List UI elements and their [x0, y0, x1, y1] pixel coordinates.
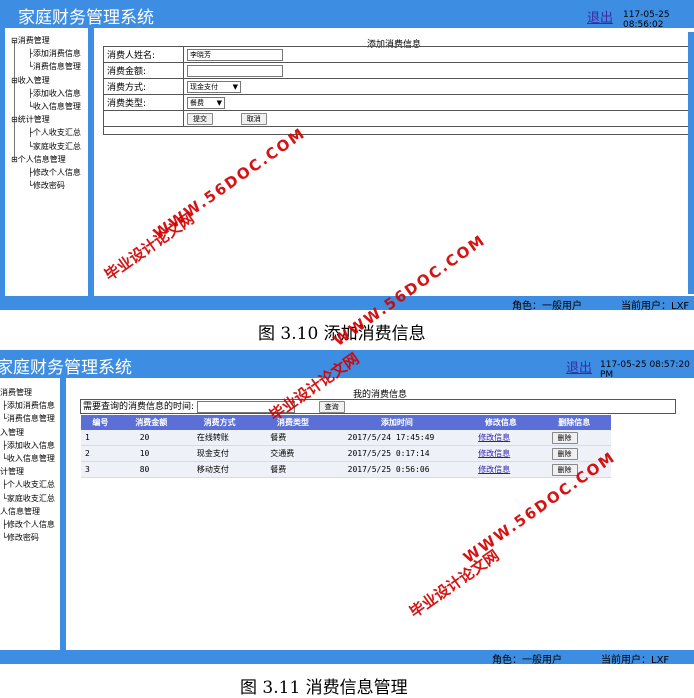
query-label: 需要查询的消费信息的时间:: [83, 402, 195, 412]
nav-item-family-summary[interactable]: └家庭收支汇总: [0, 492, 55, 505]
nav-tree: 消费管理 ├添加消费信息 └消费信息管理 入管理 ├添加收入信息 └收入信息管理…: [0, 386, 55, 544]
nav-item-add-income[interactable]: ├添加收入信息: [11, 87, 81, 100]
table-row: 1 20 在线转账 餐费 2017/5/24 17:45:49 修改信息 删除: [81, 430, 611, 446]
sidebar: ⊟消费管理 ├添加消费信息 └消费信息管理 ⊟收入管理 ├添加收入信息 └收入信…: [0, 28, 94, 296]
nav-group-profile[interactable]: 人信息管理: [0, 505, 55, 518]
table-header: 编号 消费金额 消费方式 消费类型 添加时间 修改信息 删除信息: [81, 415, 611, 430]
nav-group-profile[interactable]: ⊟个人信息管理: [11, 153, 81, 166]
nav-item-change-password[interactable]: └修改密码: [11, 179, 81, 192]
app-title: 家庭财务管理系统: [0, 358, 132, 378]
nav-item-change-password[interactable]: └修改密码: [0, 531, 55, 544]
name-input[interactable]: 李晓芳: [187, 48, 283, 61]
nav-item-edit-profile[interactable]: ├修改个人信息: [0, 518, 55, 531]
amount-input[interactable]: [187, 64, 283, 77]
expense-table: 编号 消费金额 消费方式 消费类型 添加时间 修改信息 删除信息 1 20 在线…: [81, 415, 611, 478]
chevron-down-icon: ▼: [216, 98, 222, 107]
query-button[interactable]: 查询: [318, 400, 345, 413]
table-row: 3 80 移动支付 餐费 2017/5/25 0:56:06 修改信息 删除: [81, 461, 611, 478]
nav-item-personal-summary[interactable]: ├个人收支汇总: [0, 478, 55, 491]
nav-group-expense[interactable]: 消费管理: [0, 386, 55, 399]
nav-item-add-expense[interactable]: ├添加消费信息: [11, 47, 81, 60]
nav-group-stats[interactable]: ⊟统计管理: [11, 113, 81, 126]
nav-item-family-summary[interactable]: └家庭收支汇总: [11, 140, 81, 153]
type-select[interactable]: 餐费 ▼: [187, 96, 225, 109]
role-text: 角色：一般用户: [492, 655, 562, 664]
datetime: 117-05-25 08:56:02: [623, 10, 670, 30]
top-bar: 家庭财务管理系统 退出 117-05-25 08:56:02: [0, 0, 694, 30]
nav-item-manage-expense[interactable]: └消费信息管理: [11, 60, 81, 73]
chevron-down-icon: ▼: [232, 82, 238, 91]
method-select[interactable]: 现金支付 ▼: [187, 80, 241, 93]
main-panel: 添加消费信息 消费人姓名: 李晓芳 消费金额: 消费方式: 现金支付 ▼ 消费类型…: [94, 32, 694, 294]
role-text: 角色：一般用户: [512, 301, 582, 310]
current-user-text: 当前用户：LXF: [601, 655, 670, 664]
delete-button[interactable]: 删除: [551, 447, 578, 460]
nav-item-manage-income[interactable]: └收入信息管理: [0, 452, 55, 465]
nav-group-income[interactable]: ⊟收入管理: [11, 74, 81, 87]
status-bar: 角色：一般用户 当前用户：LXF: [0, 650, 694, 664]
current-user-text: 当前用户：LXF: [621, 301, 690, 310]
nav-tree: ⊟消费管理 ├添加消费信息 └消费信息管理 ⊟收入管理 ├添加收入信息 └收入信…: [11, 34, 81, 192]
nav-group-income[interactable]: 入管理: [0, 426, 55, 439]
table-row: 2 10 现金支付 交通费 2017/5/25 0:17:14 修改信息 删除: [81, 445, 611, 462]
delete-button[interactable]: 删除: [551, 431, 578, 444]
status-bar: 角色：一般用户 当前用户：LXF: [0, 296, 694, 310]
nav-item-personal-summary[interactable]: ├个人收支汇总: [11, 126, 81, 139]
nav-group-expense[interactable]: ⊟消费管理: [11, 34, 81, 47]
app-title: 家庭财务管理系统: [18, 8, 154, 28]
logout-link[interactable]: 退出: [566, 357, 592, 376]
edit-link[interactable]: 修改信息: [478, 449, 510, 458]
method-label: 消费方式:: [103, 78, 184, 95]
edit-link[interactable]: 修改信息: [478, 433, 510, 442]
submit-button[interactable]: 提交: [187, 112, 213, 125]
screenshot-expense-management: 家庭财务管理系统 退出 117-05-25 08:57:20 PM 消费管理 ├…: [0, 350, 694, 664]
nav-item-add-expense[interactable]: ├添加消费信息: [0, 399, 55, 412]
amount-label: 消费金额:: [103, 62, 184, 79]
datetime: 117-05-25 08:57:20 PM: [600, 360, 690, 380]
cancel-button[interactable]: 取消: [240, 112, 267, 125]
caption-figure-3-11: 图 3.11 消费信息管理: [240, 678, 408, 698]
main-panel: 我的消费信息 需要查询的消费信息的时间: 查询 编号 消费金额 消费方式 消费类…: [66, 382, 694, 648]
nav-item-manage-expense[interactable]: └消费信息管理: [0, 412, 55, 425]
name-label: 消费人姓名:: [103, 46, 184, 63]
nav-group-stats[interactable]: 计管理: [0, 465, 55, 478]
query-row: 需要查询的消费信息的时间: 查询: [80, 399, 676, 414]
logout-link[interactable]: 退出: [587, 7, 613, 26]
edit-link[interactable]: 修改信息: [478, 465, 510, 474]
nav-item-edit-profile[interactable]: ├修改个人信息: [11, 166, 81, 179]
nav-item-add-income[interactable]: ├添加收入信息: [0, 439, 55, 452]
add-expense-form: 消费人姓名: 李晓芳 消费金额: 消费方式: 现金支付 ▼ 消费类型: 餐费 ▼ 提…: [103, 46, 693, 135]
sidebar: 消费管理 ├添加消费信息 └消费信息管理 入管理 ├添加收入信息 └收入信息管理…: [0, 378, 66, 650]
nav-item-manage-income[interactable]: └收入信息管理: [11, 100, 81, 113]
type-label: 消费类型:: [103, 94, 184, 111]
